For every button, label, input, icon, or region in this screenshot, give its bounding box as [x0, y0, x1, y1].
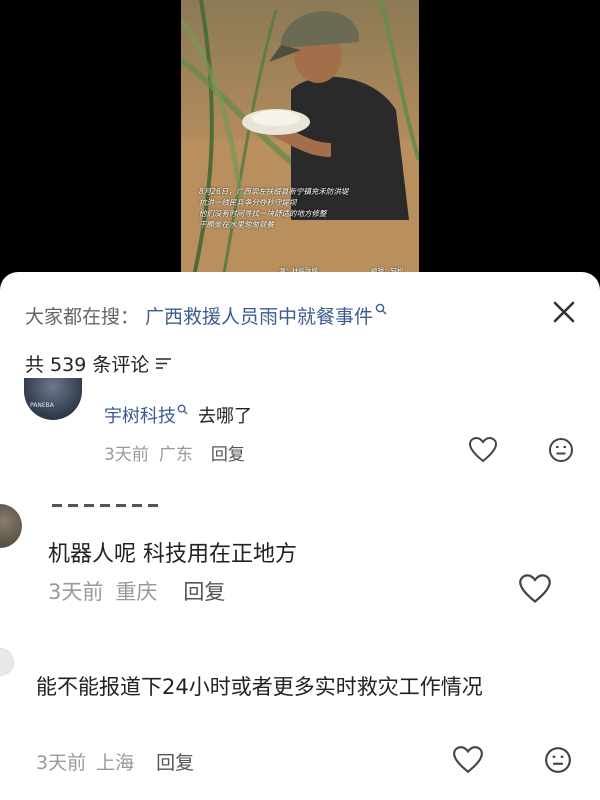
search-icon [375, 303, 387, 319]
heart-icon [519, 574, 551, 603]
comment-location: 重庆 [115, 580, 158, 604]
dislike-button[interactable] [548, 437, 574, 467]
emoji-icon [545, 747, 571, 773]
comment-text: 去哪了 [198, 406, 252, 427]
comment-meta: 3天前 广东 回复 [104, 440, 245, 465]
close-icon [553, 301, 575, 323]
caption-line: 他们没有时间寻找一块舒适的地方修整 [199, 209, 327, 218]
comments-sheet: 大家都在搜： 广西救援人员雨中就餐事件 共 539 条评论 PANEBA 宇树科… [0, 272, 600, 800]
comment-meta: 3天前 重庆 回复 [48, 576, 225, 606]
reply-button[interactable]: 回复 [183, 576, 225, 606]
avatar[interactable]: PANEBA [24, 378, 82, 420]
caption-line: 8月26日，广西崇左扶绥县新宁镇充禾防洪堤 [199, 187, 349, 196]
video-frame: 8月26日，广西崇左扶绥县新宁镇充禾防洪堤 抗洪一线民兵争分夺秒守堤坝 他们没有… [181, 0, 419, 290]
trending-search-prefix: 大家都在搜： [25, 305, 140, 328]
heart-icon [468, 436, 498, 463]
heart-icon [453, 746, 483, 774]
like-button[interactable] [468, 436, 498, 468]
comment-text: 能不能报道下24小时或者更多实时救灾工作情况 [36, 675, 483, 699]
trending-search-term[interactable]: 广西救援人员雨中就餐事件 [145, 302, 373, 329]
comment-username[interactable]: 宇树科技 [104, 402, 176, 428]
avatar[interactable] [0, 504, 22, 548]
trending-search[interactable]: 大家都在搜： 广西救援人员雨中就餐事件 [25, 300, 387, 330]
dislike-button[interactable] [544, 746, 572, 778]
avatar[interactable] [0, 648, 14, 676]
like-button[interactable] [452, 745, 484, 779]
like-button[interactable] [518, 573, 552, 609]
comment-meta: 3天前 上海 回复 [36, 748, 194, 775]
comment-count-sort[interactable]: 共 539 条评论 [25, 348, 173, 378]
reply-button[interactable]: 回复 [156, 748, 194, 775]
clipped-username [52, 498, 162, 508]
comment-count: 共 539 条评论 [25, 353, 150, 376]
video-player[interactable]: 8月26日，广西崇左扶绥县新宁镇充禾防洪堤 抗洪一线民兵争分夺秒守堤坝 他们没有… [0, 0, 600, 290]
video-caption: 8月26日，广西崇左扶绥县新宁镇充禾防洪堤 抗洪一线民兵争分夺秒守堤坝 他们没有… [199, 186, 409, 230]
search-icon [177, 404, 188, 418]
caption-line: 干脆坐在水里匆匆就餐 [199, 220, 274, 229]
sort-icon [156, 358, 172, 369]
avatar-text: PANEBA [30, 402, 54, 409]
close-button[interactable] [548, 296, 580, 328]
comment-location: 广东 [158, 445, 193, 465]
comment-time: 3天前 [36, 752, 87, 774]
emoji-icon [549, 438, 573, 462]
comment-location: 上海 [96, 752, 135, 774]
comment-time: 3天前 [48, 580, 104, 604]
reply-button[interactable]: 回复 [211, 440, 245, 465]
caption-line: 抗洪一线民兵争分夺秒守堤坝 [199, 198, 297, 207]
video-scene [181, 0, 419, 290]
comment-body[interactable]: 宇树科技 去哪了 [104, 402, 252, 428]
comment-time: 3天前 [104, 445, 149, 465]
comment-text: 机器人呢 科技用在正地方 [48, 542, 297, 567]
